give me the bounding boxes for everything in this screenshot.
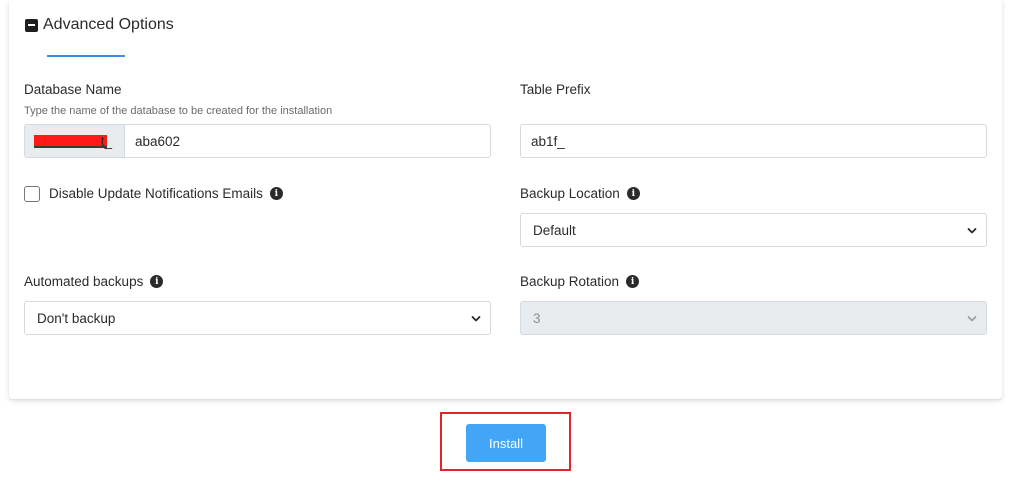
advanced-options-card: Advanced Options Database Name Type the … [9,0,1002,399]
info-icon[interactable]: i [626,275,640,288]
automated-backups-label: Automated backups i [24,274,164,289]
table-prefix-label: Table Prefix [520,82,591,97]
disable-notifications-label: Disable Update Notifications Emails i [49,186,283,201]
backup-rotation-select: 3 [520,301,987,335]
database-name-hint: Type the name of the database to be crea… [24,105,333,117]
automated-backups-select[interactable]: Don't backup [24,301,491,335]
database-name-group: t_ [24,124,491,158]
install-button[interactable]: Install [466,424,546,462]
section-underline [47,55,125,57]
backup-location-label: Backup Location i [520,186,640,201]
disable-notifications-checkbox[interactable] [24,186,40,202]
chevron-down-icon [967,228,977,234]
backup-location-label-text: Backup Location [520,186,620,201]
automated-backups-label-text: Automated backups [24,274,144,289]
backup-location-select[interactable]: Default [520,213,987,247]
info-icon[interactable]: i [269,187,283,200]
backup-location-value: Default [533,222,576,238]
backup-rotation-label: Backup Rotation i [520,274,640,289]
database-name-label-text: Database Name [24,82,122,97]
backup-rotation-value: 3 [533,310,541,326]
info-icon[interactable]: i [626,187,640,200]
database-name-input[interactable] [125,125,490,157]
table-prefix-input[interactable] [520,124,987,158]
database-prefix-addon: t_ [25,125,125,157]
redaction-underline [34,146,107,148]
section-title: Advanced Options [43,16,174,33]
automated-backups-value: Don't backup [37,310,116,326]
chevron-down-icon [471,316,481,322]
chevron-down-icon [967,316,977,322]
minus-square-icon [25,18,38,32]
table-prefix-label-text: Table Prefix [520,82,591,97]
disable-notifications-label-text: Disable Update Notifications Emails [49,186,263,201]
database-prefix-text: t_ [100,133,112,149]
database-name-label: Database Name [24,82,122,97]
info-icon[interactable]: i [150,275,164,288]
advanced-options-toggle[interactable]: Advanced Options [25,16,174,34]
backup-rotation-label-text: Backup Rotation [520,274,620,289]
